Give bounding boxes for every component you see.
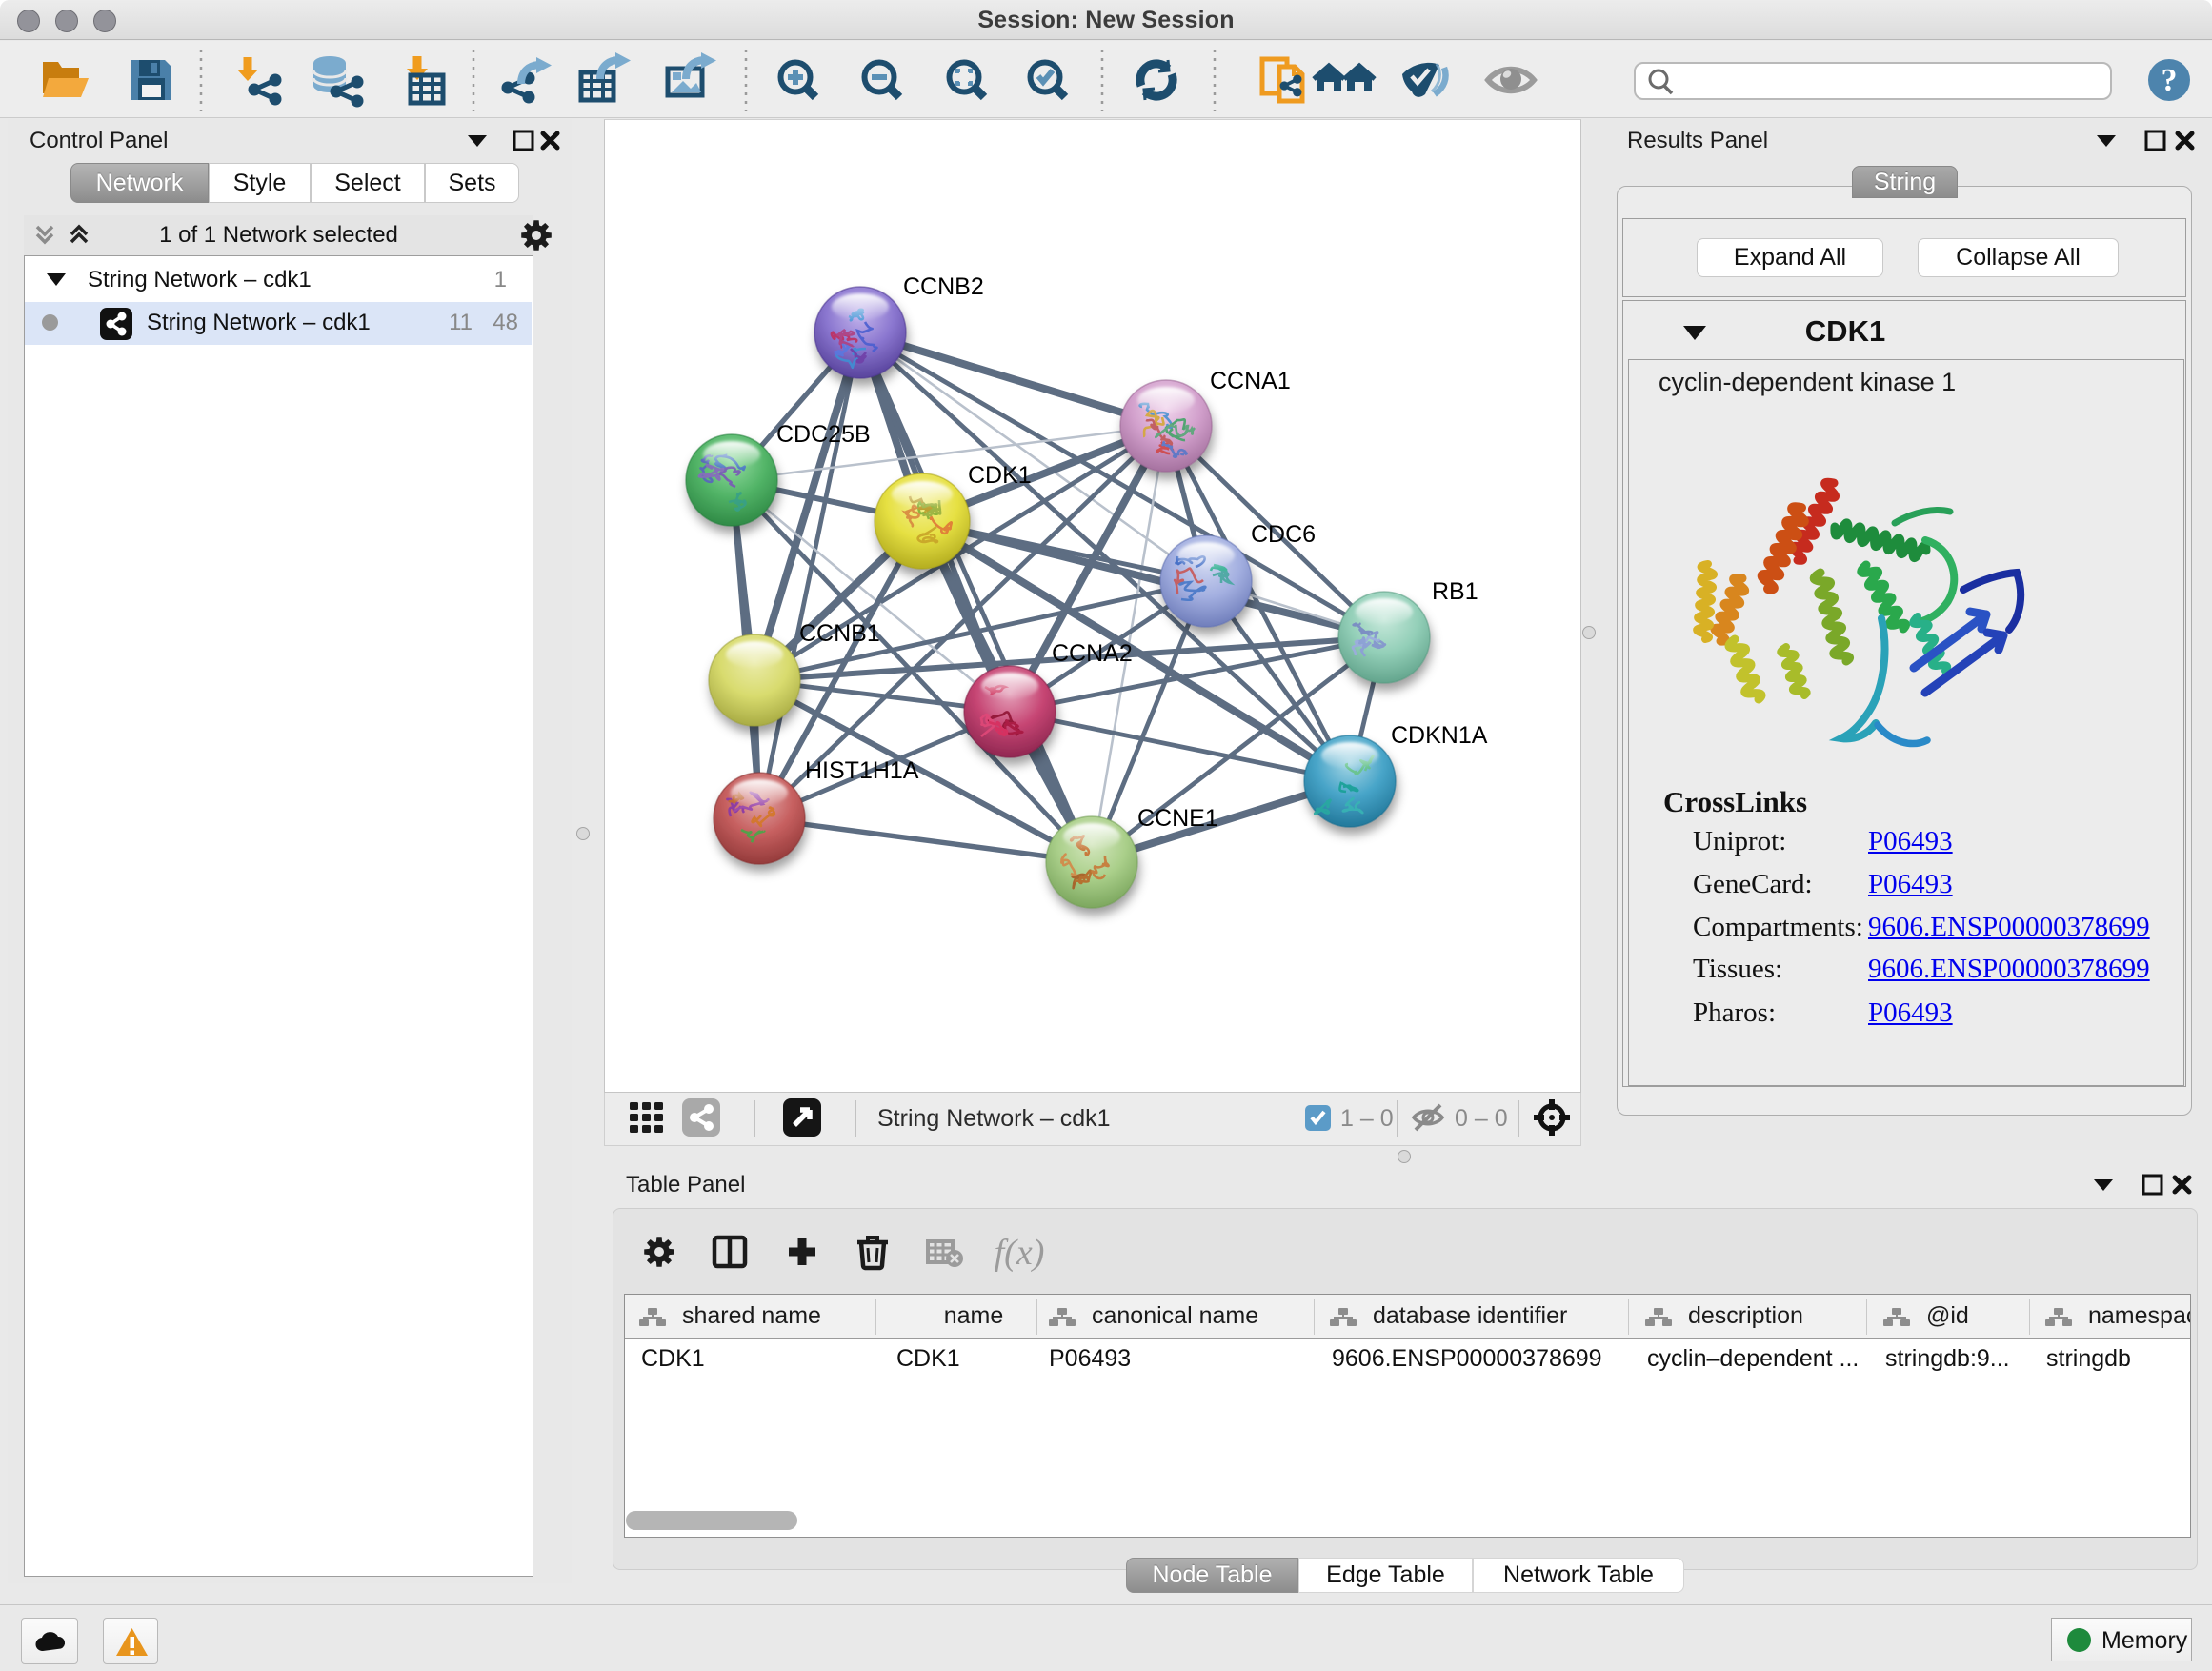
svg-text:CDK1: CDK1 (968, 462, 1032, 489)
svg-text:CDC6: CDC6 (1251, 521, 1316, 548)
svg-text:HIST1H1A: HIST1H1A (805, 757, 919, 784)
svg-text:CCNB2: CCNB2 (903, 273, 984, 300)
svg-text:CDKN1A: CDKN1A (1391, 722, 1488, 749)
svg-text:CCNE1: CCNE1 (1137, 805, 1218, 832)
svg-text:1 – 0: 1 – 0 (1340, 1105, 1394, 1132)
svg-text:CCNA1: CCNA1 (1210, 368, 1291, 394)
svg-text:0 – 0: 0 – 0 (1455, 1105, 1508, 1132)
svg-text:CCNA2: CCNA2 (1052, 640, 1133, 667)
svg-text:?: ? (2162, 63, 2178, 98)
svg-text:String Network – cdk1: String Network – cdk1 (877, 1105, 1111, 1132)
svg-text:RB1: RB1 (1432, 578, 1478, 605)
svg-text:CCNB1: CCNB1 (799, 620, 880, 647)
svg-text:f(x): f(x) (995, 1233, 1045, 1273)
svg-text:CDC25B: CDC25B (776, 421, 871, 448)
